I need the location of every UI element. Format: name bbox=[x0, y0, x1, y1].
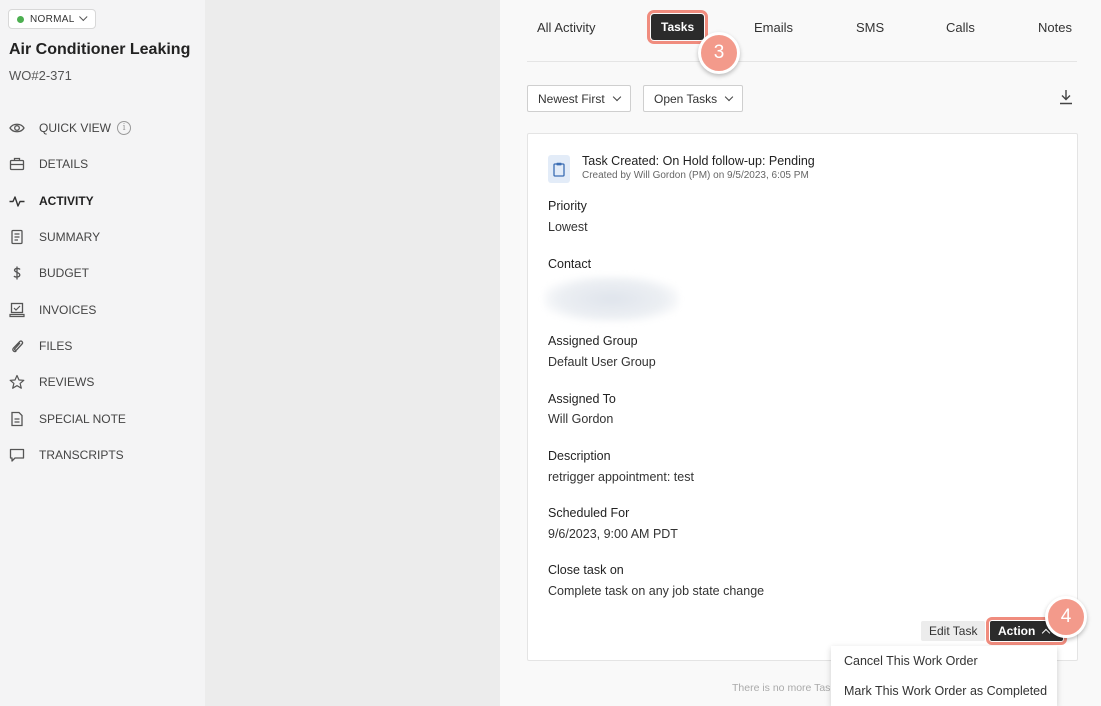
tab-all-activity[interactable]: All Activity bbox=[537, 20, 596, 35]
edit-task-button[interactable]: Edit Task bbox=[921, 621, 986, 641]
menu-item-mark-completed[interactable]: Mark This Work Order as Completed bbox=[831, 676, 1057, 706]
clipboard-icon bbox=[548, 155, 570, 183]
blank-panel bbox=[205, 0, 500, 706]
no-more-tasks-text: There is no more Tas bbox=[732, 682, 831, 694]
work-order-number: WO#2-371 bbox=[9, 68, 72, 83]
sidebar-item-budget[interactable]: BUDGET bbox=[0, 255, 205, 291]
sidebar-item-label: QUICK VIEW bbox=[39, 121, 112, 136]
invoice-icon bbox=[9, 302, 25, 318]
assigned-to-value: Will Gordon bbox=[548, 412, 614, 426]
sidebar-item-transcripts[interactable]: TRANSCRIPTS bbox=[0, 437, 205, 473]
scheduled-for-value: 9/6/2023, 9:00 AM PDT bbox=[548, 527, 678, 541]
action-menu: Cancel This Work Order Mark This Work Or… bbox=[831, 646, 1057, 706]
sidebar-item-label: BUDGET bbox=[39, 266, 90, 281]
sort-label: Newest First bbox=[538, 91, 605, 106]
sidebar-item-activity[interactable]: ACTIVITY bbox=[0, 183, 205, 219]
chevron-down-icon bbox=[78, 12, 88, 22]
action-button-label: Action bbox=[998, 624, 1036, 638]
note-icon bbox=[9, 411, 25, 427]
assigned-group-label: Assigned Group bbox=[548, 334, 638, 348]
priority-label: Priority bbox=[548, 199, 587, 213]
activity-icon bbox=[9, 193, 25, 209]
briefcase-icon bbox=[9, 156, 25, 172]
star-icon bbox=[9, 374, 25, 390]
status-dot-icon bbox=[17, 15, 24, 23]
sidebar-item-label: SUMMARY bbox=[39, 230, 101, 245]
chat-icon bbox=[9, 447, 25, 463]
document-icon bbox=[9, 229, 25, 245]
sidebar-item-quick-view[interactable]: QUICK VIEW i bbox=[0, 110, 205, 146]
sidebar-item-label: ACTIVITY bbox=[39, 193, 94, 208]
sidebar-item-label: TRANSCRIPTS bbox=[39, 447, 124, 462]
sidebar-item-label: INVOICES bbox=[39, 302, 97, 317]
status-dropdown[interactable]: NORMAL bbox=[8, 9, 96, 29]
sidebar-nav: QUICK VIEW i DETAILS ACTIVITY SUMMARY BU… bbox=[0, 110, 205, 473]
task-created-by: Created by Will Gordon (PM) on 9/5/2023,… bbox=[582, 170, 809, 181]
priority-value: Lowest bbox=[548, 220, 588, 234]
step-marker-3: 3 bbox=[698, 32, 740, 74]
activity-tabs: All Activity Tasks Emails SMS Calls Note… bbox=[527, 0, 1077, 62]
task-card: Task Created: On Hold follow-up: Pending… bbox=[527, 133, 1078, 661]
sidebar-item-details[interactable]: DETAILS bbox=[0, 146, 205, 182]
step-marker-4: 4 bbox=[1045, 596, 1087, 638]
assigned-to-label: Assigned To bbox=[548, 392, 616, 406]
info-icon[interactable]: i bbox=[117, 121, 132, 136]
eye-icon bbox=[9, 120, 25, 136]
sidebar-item-label: FILES bbox=[39, 338, 73, 353]
sidebar-item-invoices[interactable]: INVOICES bbox=[0, 291, 205, 327]
activity-panel: All Activity Tasks Emails SMS Calls Note… bbox=[500, 0, 1101, 706]
menu-item-cancel-work-order[interactable]: Cancel This Work Order bbox=[831, 646, 1057, 676]
sidebar-item-special-note[interactable]: SPECIAL NOTE bbox=[0, 400, 205, 436]
task-status-dropdown[interactable]: Open Tasks bbox=[643, 85, 744, 112]
chevron-down-icon bbox=[612, 92, 621, 101]
tab-tasks[interactable]: Tasks bbox=[646, 10, 709, 44]
sidebar-item-label: REVIEWS bbox=[39, 375, 95, 390]
sidebar: NORMAL Air Conditioner Leaking WO#2-371 … bbox=[0, 0, 205, 706]
sidebar-item-summary[interactable]: SUMMARY bbox=[0, 219, 205, 255]
status-label: NORMAL bbox=[30, 13, 75, 25]
scheduled-for-label: Scheduled For bbox=[548, 506, 630, 520]
dollar-icon bbox=[9, 265, 25, 281]
tab-notes[interactable]: Notes bbox=[1038, 20, 1072, 35]
close-task-on-value: Complete task on any job state change bbox=[548, 584, 765, 598]
assigned-group-value: Default User Group bbox=[548, 355, 656, 369]
sidebar-item-label: DETAILS bbox=[39, 157, 89, 172]
sort-dropdown[interactable]: Newest First bbox=[527, 85, 631, 112]
task-title: Task Created: On Hold follow-up: Pending bbox=[582, 154, 815, 168]
tab-calls[interactable]: Calls bbox=[946, 20, 975, 35]
paperclip-icon bbox=[9, 338, 25, 354]
work-order-title: Air Conditioner Leaking bbox=[9, 41, 191, 58]
sidebar-item-reviews[interactable]: REVIEWS bbox=[0, 364, 205, 400]
sidebar-item-files[interactable]: FILES bbox=[0, 328, 205, 364]
description-value: retrigger appointment: test bbox=[548, 470, 694, 484]
contact-value-blurred bbox=[544, 276, 679, 322]
contact-label: Contact bbox=[548, 257, 592, 271]
description-label: Description bbox=[548, 449, 611, 463]
close-task-on-label: Close task on bbox=[548, 563, 624, 577]
tab-sms[interactable]: SMS bbox=[856, 20, 884, 35]
sidebar-item-label: SPECIAL NOTE bbox=[39, 411, 126, 426]
tab-emails[interactable]: Emails bbox=[754, 20, 793, 35]
task-status-label: Open Tasks bbox=[654, 91, 718, 106]
download-icon[interactable] bbox=[1058, 88, 1074, 106]
chevron-down-icon bbox=[724, 92, 734, 101]
